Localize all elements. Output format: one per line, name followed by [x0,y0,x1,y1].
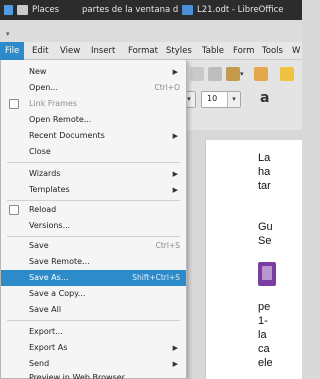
menu-item-preview-web[interactable]: Preview in Web Browser [1,370,186,379]
menu-item-label: New [29,67,47,76]
menu-item-new[interactable]: New ▶ [1,64,186,80]
menu-separator [7,200,180,201]
menu-separator [7,162,180,163]
clone-formatting-icon[interactable] [254,67,268,81]
standard-toolbar: ▾ [182,62,302,86]
menu-item-label: Recent Documents [29,131,105,140]
menu-item-label: Export As [29,343,68,352]
menu-item-close[interactable]: Close [1,144,186,160]
doc-text: La [258,152,271,164]
menu-item-export[interactable]: Export... [1,324,186,340]
paste-icon[interactable] [226,67,240,81]
menu-tools[interactable]: Tools [257,42,288,60]
menu-file[interactable]: File [0,42,25,60]
browser-task-label: partes de la ventana de Writ... [82,5,178,15]
menu-item-save-all[interactable]: Save All [1,302,186,318]
formatting-toolbar: ▾ 10 ▾ a [180,88,302,112]
menu-item-link-frames[interactable]: Link Frames [1,96,186,112]
chevron-right-icon: ▶ [172,344,178,352]
menu-item-recent-documents[interactable]: Recent Documents ▶ [1,128,186,144]
menu-item-label: Save a Copy... [29,289,86,298]
menubar: File Edit View Insert Format Styles Tabl… [0,42,302,60]
paste-dropdown-icon[interactable]: ▾ [240,70,244,78]
menu-item-save-as[interactable]: Save As... Shift+Ctrl+S [1,270,186,286]
bold-button[interactable]: a [260,90,269,106]
menu-item-label: Link Frames [29,99,78,108]
menu-item-label: Reload [29,205,57,214]
file-menu: New ▶ Open... Ctrl+O Link Frames Open Re… [0,60,187,379]
chevron-right-icon: ▶ [172,132,178,140]
menu-item-label: Preview in Web Browser [29,373,125,379]
menu-form[interactable]: Form [228,42,259,60]
menu-item-open-remote[interactable]: Open Remote... [1,112,186,128]
menu-item-shortcut: Shift+Ctrl+S [132,273,180,282]
folder-icon [17,5,28,15]
menu-item-open[interactable]: Open... Ctrl+O [1,80,186,96]
checkbox-icon [9,205,19,215]
menu-item-label: Templates [29,185,70,194]
menu-item-label: Save [29,241,49,250]
menu-window[interactable]: W [287,42,305,60]
menu-item-label: Close [29,147,51,156]
document-page[interactable] [205,140,302,379]
menu-styles[interactable]: Styles [161,42,197,60]
chevron-right-icon: ▶ [172,68,178,76]
document-image[interactable] [258,262,276,286]
doc-text: la [258,329,267,341]
chevron-right-icon: ▶ [172,170,178,178]
menu-item-label: Versions... [29,221,71,230]
top-panel: Places partes de la ventana de Writ... L… [0,0,302,20]
checkbox-icon [9,99,19,109]
menu-item-save-remote[interactable]: Save Remote... [1,254,186,270]
menu-separator [7,236,180,237]
menu-item-reload[interactable]: Reload [1,202,186,218]
menu-item-shortcut: Ctrl+O [154,83,180,92]
writer-task-label: L21.odt - LibreOffice [197,5,284,15]
font-size-value: 10 [207,94,218,103]
menu-item-export-as[interactable]: Export As ▶ [1,340,186,356]
menu-item-label: Save All [29,305,62,314]
menu-separator [7,320,180,321]
menu-item-templates[interactable]: Templates ▶ [1,182,186,198]
doc-text: pe [258,301,271,313]
menu-item-versions[interactable]: Versions... [1,218,186,234]
chevron-right-icon: ▶ [172,186,178,194]
menu-insert[interactable]: Insert [86,42,120,60]
menu-item-shortcut: Ctrl+S [155,241,180,250]
writer-icon [182,5,193,15]
chevron-down-icon[interactable]: ▾ [6,30,10,38]
doc-text: ca [258,343,270,355]
font-size-combo[interactable]: 10 ▾ [201,91,241,108]
menu-view[interactable]: View [55,42,85,60]
menu-item-wizards[interactable]: Wizards ▶ [1,166,186,182]
menu-item-label: Open... [29,83,58,92]
doc-text: Gu [258,221,273,233]
menu-item-label: Export... [29,327,63,336]
chevron-down-icon[interactable]: ▾ [227,92,240,107]
doc-text: tar [258,180,271,192]
copy-icon[interactable] [208,67,222,81]
activities-icon[interactable] [4,0,17,20]
menu-edit[interactable]: Edit [27,42,53,60]
doc-text: 1- [258,315,268,327]
menu-item-label: Save Remote... [29,257,90,266]
writer-taskbar-item[interactable]: L21.odt - LibreOffice [182,0,302,20]
menu-table[interactable]: Table [197,42,229,60]
doc-text: ha [258,166,271,178]
undo-icon[interactable] [280,67,294,81]
menu-item-label: Open Remote... [29,115,92,124]
places-menu[interactable]: Places [17,0,59,20]
window-titlebar [0,20,302,42]
doc-text: ele [258,357,273,369]
menu-item-save-copy[interactable]: Save a Copy... [1,286,186,302]
print-icon[interactable] [190,67,204,81]
menu-format[interactable]: Format [123,42,163,60]
menu-item-label: Save As... [29,273,69,282]
places-label: Places [32,5,60,15]
menu-item-label: Wizards [29,169,61,178]
menu-item-save[interactable]: Save Ctrl+S [1,238,186,254]
doc-text: Se [258,235,272,247]
browser-taskbar-item[interactable]: partes de la ventana de Writ... [78,0,178,20]
